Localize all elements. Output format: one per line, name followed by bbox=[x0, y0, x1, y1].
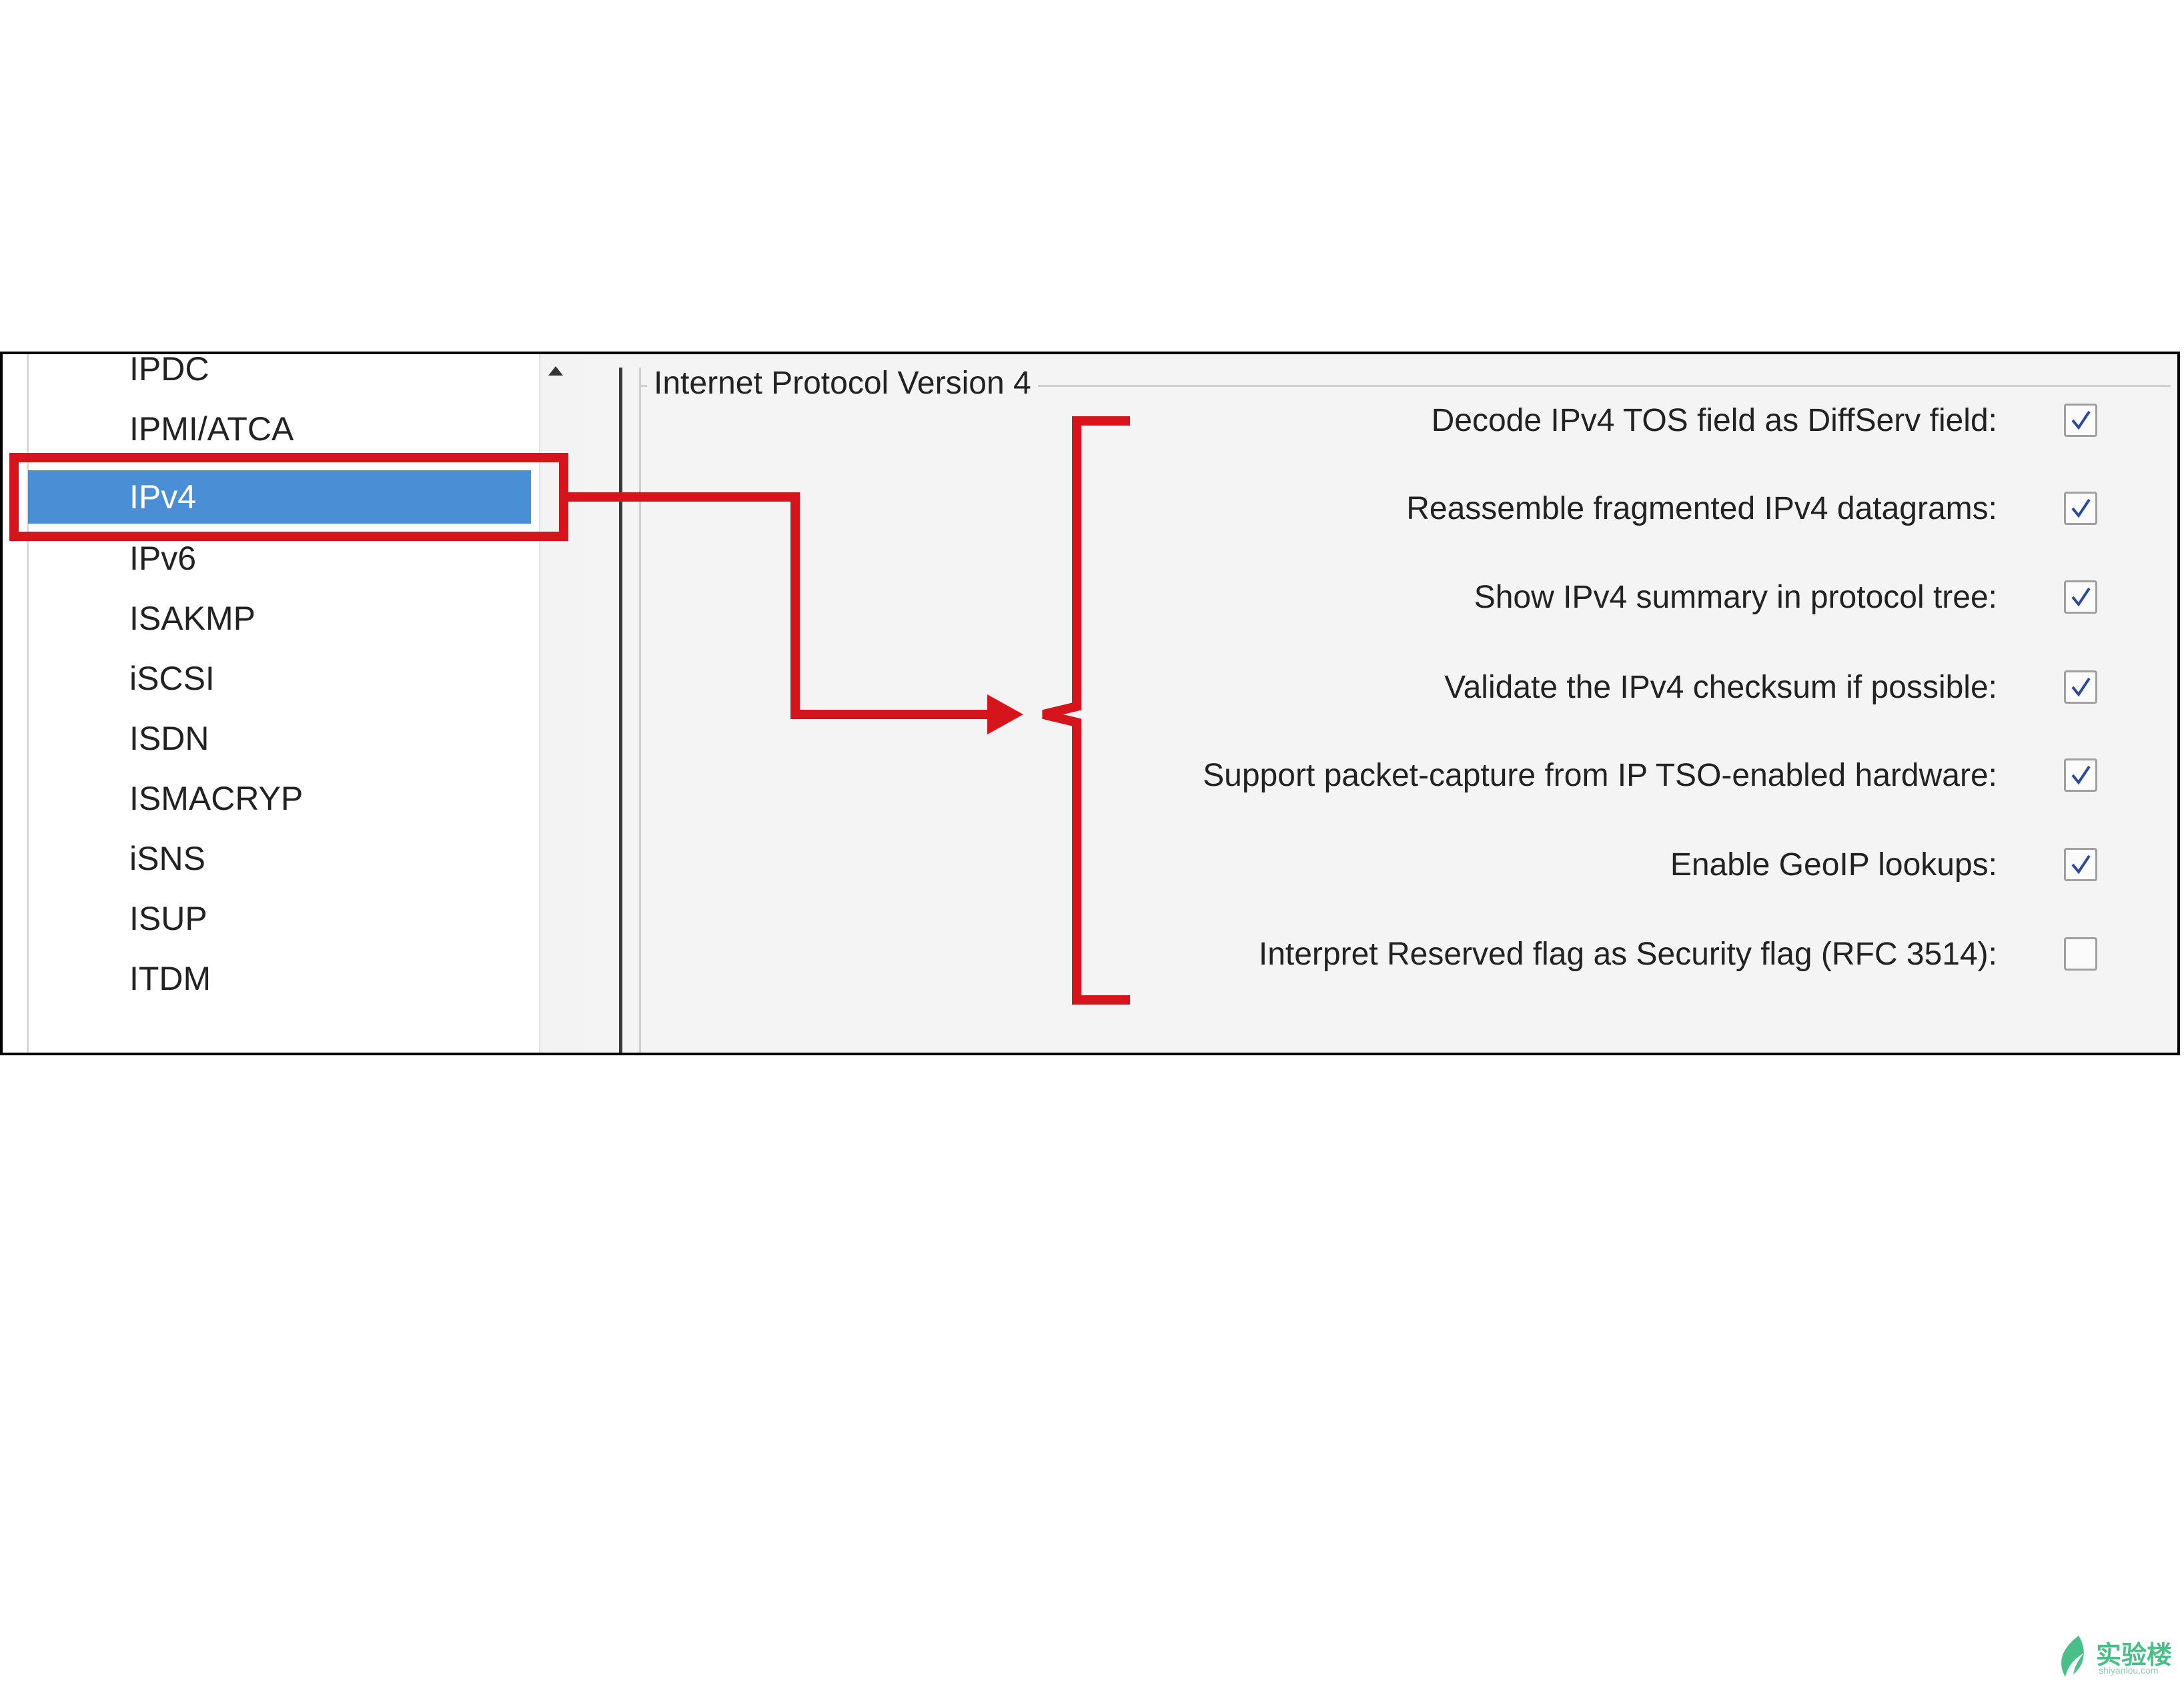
arrow-head-icon bbox=[987, 694, 1023, 734]
preferences-screenshot: IPDC IPMI/ATCA IPv4 IPv6 ISAKMP iSCSI ISDN ISMA… bbox=[0, 352, 2180, 1055]
watermark: 实验楼 shiyanlou.com bbox=[2055, 1633, 2181, 1680]
leaf-logo-icon bbox=[2061, 1636, 2084, 1677]
connector-arrow bbox=[568, 492, 997, 719]
bracket bbox=[1042, 416, 1130, 1005]
annotation-overlay bbox=[568, 416, 1130, 1005]
watermark-subtitle: shiyanlou.com bbox=[2099, 1665, 2159, 1676]
